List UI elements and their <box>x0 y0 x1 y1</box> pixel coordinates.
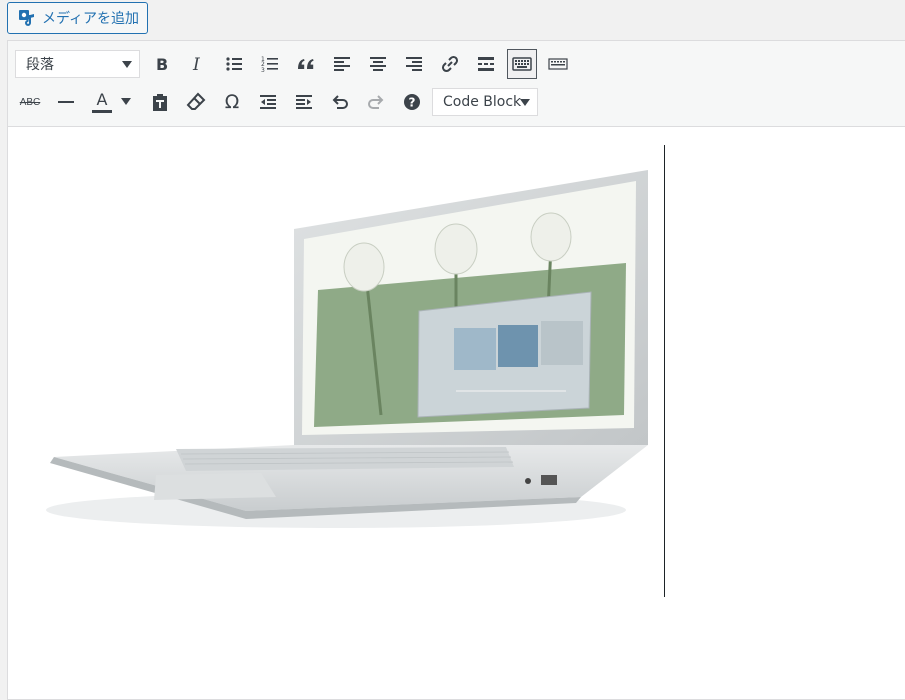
paste-text-button[interactable] <box>146 88 174 116</box>
italic-icon: I <box>192 55 200 74</box>
omega-icon: Ω <box>224 91 240 113</box>
horizontal-rule-button[interactable] <box>52 88 80 116</box>
svg-text:3: 3 <box>261 67 265 74</box>
format-select[interactable]: 段落 <box>15 50 140 78</box>
blockquote-button[interactable] <box>292 50 320 78</box>
keyboard-icon <box>512 57 532 71</box>
text-color-swatch <box>92 109 112 113</box>
text-color-icon: A <box>92 89 112 113</box>
editor-content[interactable] <box>8 127 905 699</box>
align-right-icon <box>406 57 422 71</box>
align-right-button[interactable] <box>400 50 428 78</box>
add-media-label: メディアを追加 <box>42 11 140 27</box>
undo-button[interactable] <box>326 88 354 116</box>
strikethrough-icon: ABC <box>19 96 41 108</box>
fullscreen-icon <box>548 58 568 70</box>
toolbar-toggle-button[interactable] <box>507 49 537 79</box>
laptop-image[interactable] <box>36 145 661 545</box>
numbered-list-icon: 1 2 3 <box>261 56 278 74</box>
svg-text:?: ? <box>409 96 416 110</box>
read-more-icon <box>478 57 494 71</box>
help-button[interactable]: ? <box>398 88 426 116</box>
redo-button[interactable] <box>362 88 390 116</box>
eraser-icon <box>186 92 206 110</box>
link-button[interactable] <box>436 50 464 78</box>
code-block-select-value: Code Block <box>443 94 522 110</box>
undo-icon <box>332 95 348 109</box>
quote-icon <box>298 59 314 69</box>
add-media-button[interactable]: メディアを追加 <box>7 2 149 34</box>
bullet-list-button[interactable] <box>220 50 248 78</box>
help-icon: ? <box>404 94 420 110</box>
bold-icon: B <box>156 55 168 74</box>
bullet-list-icon <box>226 57 242 71</box>
align-left-button[interactable] <box>328 50 356 78</box>
link-icon <box>441 55 459 73</box>
indent-button[interactable] <box>290 88 318 116</box>
media-icon <box>18 9 36 27</box>
outdent-button[interactable] <box>254 88 282 116</box>
classic-editor: 段落 B I 1 2 3 ABC A Ω ? Code Block <box>7 40 905 700</box>
clipboard-icon <box>153 94 167 111</box>
text-color-letter: A <box>96 89 108 109</box>
text-color-dropdown-icon[interactable] <box>121 98 131 105</box>
horizontal-line-icon <box>58 101 74 103</box>
strikethrough-button[interactable]: ABC <box>16 88 44 116</box>
align-left-icon <box>334 57 350 71</box>
distraction-free-button[interactable] <box>544 50 572 78</box>
format-select-value: 段落 <box>26 57 54 73</box>
italic-button[interactable]: I <box>184 50 212 78</box>
align-center-icon <box>370 57 386 71</box>
align-center-button[interactable] <box>364 50 392 78</box>
indent-icon <box>296 95 312 109</box>
svg-text:I: I <box>192 55 200 74</box>
redo-icon <box>368 95 384 109</box>
text-color-button[interactable]: A <box>88 88 116 116</box>
chevron-down-icon <box>122 61 132 68</box>
bold-button[interactable]: B <box>148 50 176 78</box>
code-block-select[interactable]: Code Block <box>432 88 538 116</box>
numbered-list-button[interactable]: 1 2 3 <box>256 50 284 78</box>
chevron-down-icon <box>520 99 530 106</box>
outdent-icon <box>260 95 276 109</box>
clear-formatting-button[interactable] <box>182 88 210 116</box>
special-character-button[interactable]: Ω <box>218 88 246 116</box>
editor-toolbar: 段落 B I 1 2 3 ABC A Ω ? Code Block <box>8 41 905 127</box>
text-cursor <box>664 145 665 597</box>
read-more-button[interactable] <box>472 50 500 78</box>
svg-text:B: B <box>156 55 168 74</box>
